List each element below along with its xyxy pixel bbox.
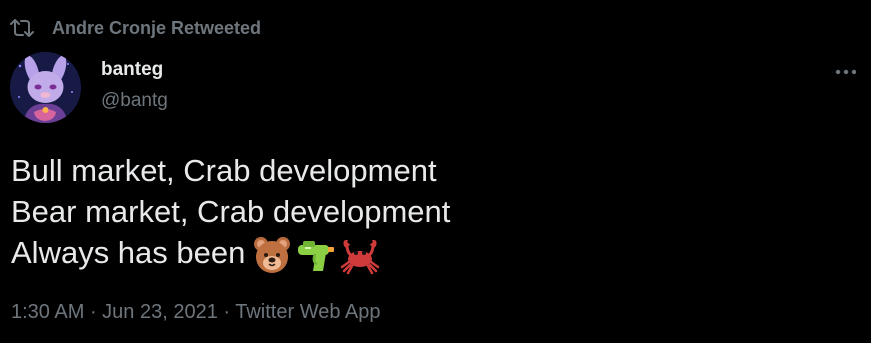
meta-separator: · — [84, 301, 103, 323]
tweet-line-3: Always has been — [11, 232, 450, 276]
bear-face-icon — [251, 234, 293, 276]
tweet-body: Bull market, Crab development Bear marke… — [11, 150, 450, 276]
retweet-header: Andre Cronje Retweeted — [8, 13, 261, 43]
tweet-date[interactable]: Jun 23, 2021 — [102, 301, 218, 323]
more-options-icon[interactable] — [832, 58, 860, 86]
water-pistol-icon — [295, 234, 337, 276]
tweet-meta: 1:30 AM · Jun 23, 2021 · Twitter Web App — [11, 301, 381, 324]
emoji-group — [251, 234, 381, 276]
tweet-source[interactable]: Twitter Web App — [235, 301, 380, 323]
author-name[interactable]: banteg — [101, 59, 163, 81]
tweet-time[interactable]: 1:30 AM — [11, 301, 84, 323]
meta-separator: · — [217, 301, 236, 323]
author-handle[interactable]: @bantg — [101, 90, 168, 112]
tweet-line-3-text: Always has been — [11, 235, 246, 270]
retweet-label[interactable]: Andre Cronje Retweeted — [52, 18, 261, 39]
retweet-icon — [8, 14, 36, 42]
avatar[interactable] — [10, 52, 81, 123]
tweet-line-1: Bull market, Crab development — [11, 153, 437, 188]
crab-icon — [339, 234, 381, 276]
tweet-line-2: Bear market, Crab development — [11, 194, 451, 229]
